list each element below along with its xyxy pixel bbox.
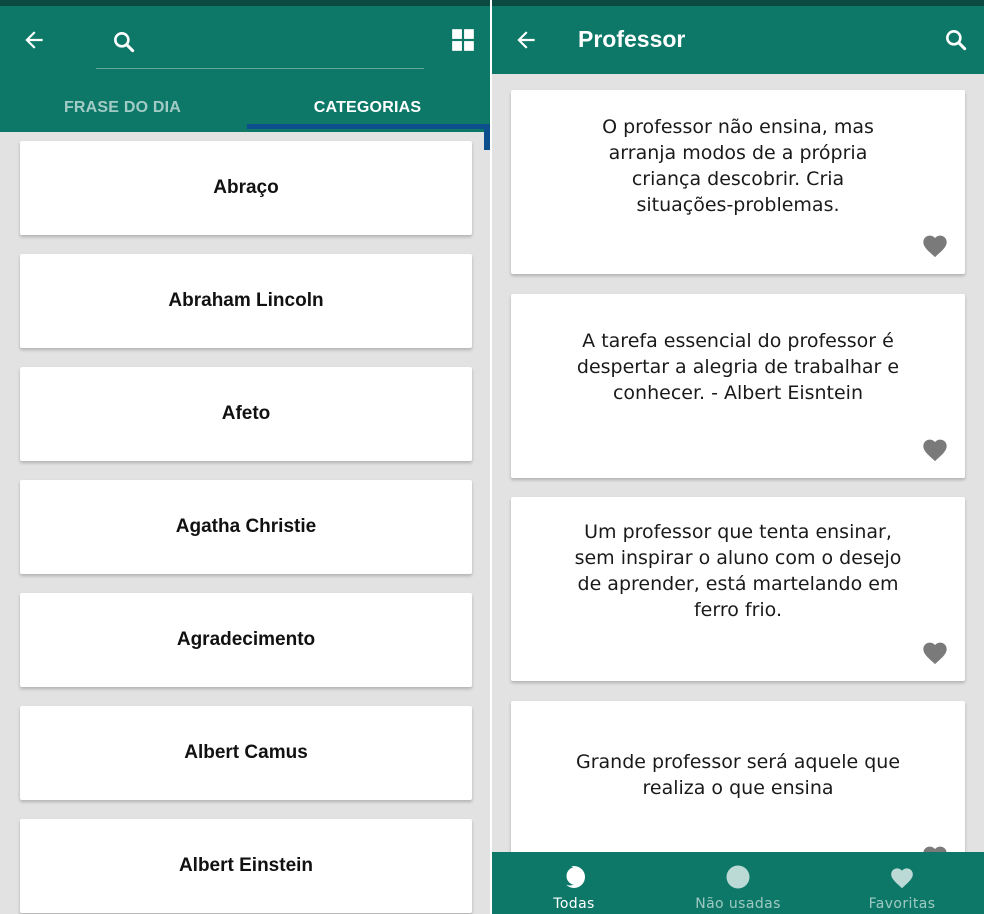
nav-favoritas[interactable]: Favoritas bbox=[820, 852, 984, 914]
quote-line: O professor não ensina, mas bbox=[602, 116, 874, 138]
category-label: Agatha Christie bbox=[175, 516, 317, 537]
quotes-screen: Professor O professor não ensina, mas ar… bbox=[492, 0, 984, 914]
quote-line: Um professor que tenta ensinar, bbox=[584, 521, 892, 543]
quote-line: ferro frio. bbox=[693, 599, 783, 621]
category-label: Albert Einstein bbox=[178, 855, 314, 876]
quote-text: Grande professor será aquele que realiza… bbox=[551, 749, 925, 801]
category-label: Agradecimento bbox=[176, 629, 316, 650]
search-icon[interactable] bbox=[108, 26, 140, 58]
heart-icon[interactable] bbox=[921, 436, 949, 462]
category-item-abraco[interactable]: Abraço bbox=[20, 141, 472, 235]
quote-text: A tarefa essencial do professor é desper… bbox=[551, 328, 925, 406]
quote-line: arranja modos de a própria bbox=[608, 142, 868, 164]
nav-label: Todas bbox=[553, 896, 595, 912]
quote-line: conhecer. - Albert Eisntein bbox=[612, 382, 864, 404]
grid-view-icon[interactable] bbox=[447, 24, 479, 56]
quote-card[interactable]: A tarefa essencial do professor é desper… bbox=[511, 294, 965, 478]
quote-card[interactable]: O professor não ensina, mas arranja modo… bbox=[511, 90, 965, 274]
quote-line: situações-problemas. bbox=[636, 194, 840, 216]
tab-frase-do-dia[interactable]: FRASE DO DIA bbox=[0, 86, 245, 130]
app-bar: Professor bbox=[492, 6, 984, 74]
category-label: Abraham Lincoln bbox=[168, 290, 324, 311]
heart-icon[interactable] bbox=[921, 232, 949, 258]
quote-line: de aprender, está martelando em bbox=[577, 573, 899, 595]
category-label: Albert Camus bbox=[184, 742, 308, 763]
quote-line: A tarefa essencial do professor é bbox=[582, 330, 894, 352]
tab-indicator bbox=[247, 124, 490, 129]
category-label: Afeto bbox=[221, 403, 271, 424]
category-item-albert-camus[interactable]: Albert Camus bbox=[20, 706, 472, 800]
arrow-back-icon[interactable] bbox=[18, 24, 50, 56]
nav-label: Favoritas bbox=[868, 896, 936, 912]
crescent-icon bbox=[561, 864, 587, 890]
quote-line: Grande professor será aquele que bbox=[575, 751, 901, 773]
category-item-agatha-christie[interactable]: Agatha Christie bbox=[20, 480, 472, 574]
page-title: Professor bbox=[578, 26, 686, 52]
search-icon[interactable] bbox=[940, 24, 972, 56]
category-item-albert-einstein[interactable]: Albert Einstein bbox=[20, 819, 472, 913]
quote-card[interactable]: Um professor que tenta ensinar, sem insp… bbox=[511, 497, 965, 681]
quote-line: realiza o que ensina bbox=[642, 777, 834, 799]
quote-text: O professor não ensina, mas arranja modo… bbox=[551, 114, 925, 218]
quote-line: despertar a alegria de trabalhar e bbox=[576, 356, 900, 378]
app-bar: FRASE DO DIA CATEGORIAS bbox=[0, 6, 490, 132]
quote-line: criança descobrir. Cria bbox=[631, 168, 845, 190]
heart-icon[interactable] bbox=[921, 639, 949, 665]
quote-line: sem inspirar o aluno com o desejo bbox=[574, 547, 902, 569]
category-item-abraham-lincoln[interactable]: Abraham Lincoln bbox=[20, 254, 472, 348]
nav-label: Não usadas bbox=[695, 896, 781, 912]
category-item-afeto[interactable]: Afeto bbox=[20, 367, 472, 461]
nav-nao-usadas[interactable]: Não usadas bbox=[656, 852, 820, 914]
category-label: Abraço bbox=[213, 177, 279, 198]
categories-screen: FRASE DO DIA CATEGORIAS Abraço Abraham L… bbox=[0, 0, 490, 914]
category-item-agradecimento[interactable]: Agradecimento bbox=[20, 593, 472, 687]
arrow-back-icon[interactable] bbox=[510, 24, 542, 56]
bottom-navigation: Todas Não usadas Favoritas bbox=[492, 852, 984, 914]
nav-todas[interactable]: Todas bbox=[492, 852, 656, 914]
search-underline bbox=[96, 68, 424, 69]
quote-text: Um professor que tenta ensinar, sem insp… bbox=[551, 519, 925, 623]
circle-icon bbox=[725, 864, 751, 890]
heart-icon bbox=[889, 864, 915, 890]
